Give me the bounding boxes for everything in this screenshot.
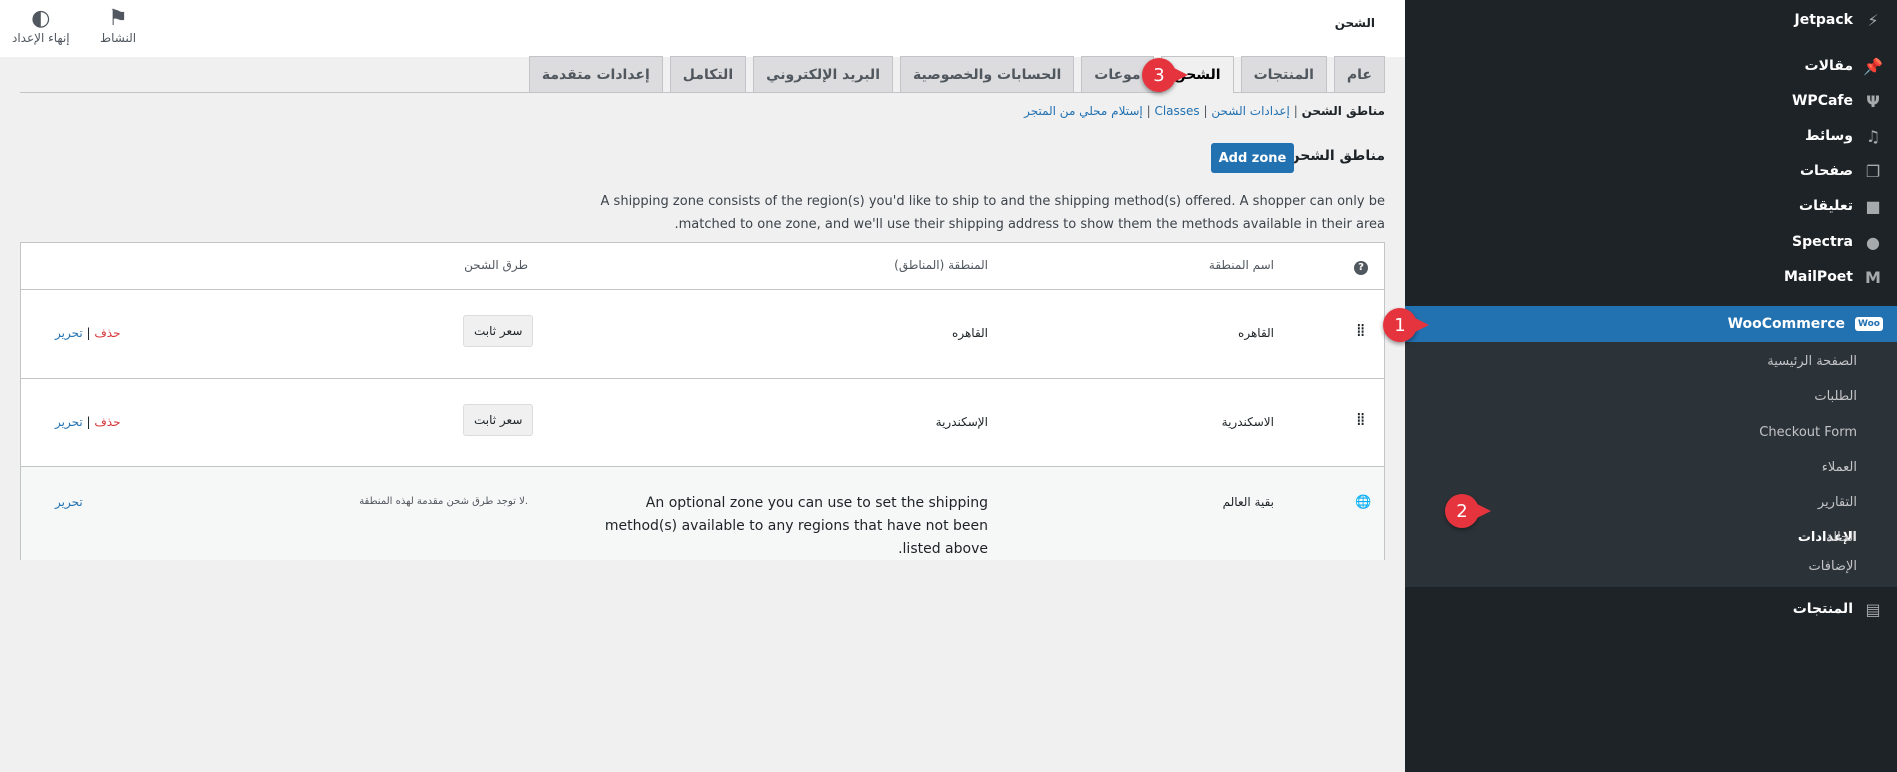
tab-integration[interactable]: التكامل [669, 56, 747, 92]
spectra-icon: ● [1866, 232, 1880, 252]
edit-link[interactable]: تحرير [55, 495, 83, 509]
shipping-zones-table: ? اسم المنطقة المنطقة (المناطق) طرق الشح… [20, 242, 1385, 560]
admin-sidebar: Jetpack ⚡ مقالات 📌 WPCafe Ψ وسائط ♫ صفحات ❐ ت… [1405, 0, 1897, 772]
separator: | [1203, 104, 1208, 118]
activity-label: النشاط [100, 31, 137, 45]
submenu-orders[interactable]: الطلبات [1814, 389, 1857, 404]
drag-handle-icon[interactable]: ⁞⁞ [1356, 409, 1366, 430]
header-methods: طرق الشحن [464, 258, 528, 272]
half-circle-icon: ◐ [31, 6, 51, 31]
sidebar-item-comments[interactable]: تعليقات ■ [1405, 188, 1897, 224]
mailpoet-icon: M [1865, 267, 1881, 287]
sidebar-item-pages[interactable]: صفحات ❐ [1405, 153, 1897, 189]
comments-icon: ■ [1865, 196, 1881, 216]
zone-region: الإسكندرية [935, 415, 988, 429]
tab-general[interactable]: عام [1333, 56, 1385, 92]
sidebar-item-label: وسائط [1805, 128, 1853, 144]
header-zone-name: اسم المنطقة [1208, 258, 1274, 272]
pin-icon: 📌 [1863, 56, 1883, 76]
sidebar-item-label: مقالات [1804, 58, 1854, 74]
sidebar-item-label: WPCafe [1791, 93, 1853, 109]
edit-link[interactable]: تحرير [55, 415, 83, 429]
subnav-current: مناطق الشحن [1301, 104, 1385, 118]
header-regions: المنطقة (المناطق) [894, 258, 988, 272]
section-title: مناطق الشحن [1287, 148, 1385, 164]
submenu-home[interactable]: الصفحة الرئيسية [1767, 354, 1857, 369]
top-bar: ◐ إنهاء الإعداد ⚑ النشاط الشحن [0, 0, 1405, 57]
cafe-icon: Ψ [1866, 91, 1880, 111]
table-row: ⁞⁞ القاهره القاهره سعر ثابت حذف | تحرير [21, 290, 1384, 379]
flag-icon: ⚑ [108, 6, 128, 31]
help-icon[interactable]: ? [1354, 261, 1368, 275]
submenu-extensions[interactable]: الإضافات [1809, 559, 1857, 574]
tab-email[interactable]: البريد الإلكتروني [753, 56, 893, 92]
table-row-rest-of-world: 🌐 بقية العالم An optional zone you can u… [21, 467, 1384, 560]
delete-link[interactable]: حذف [94, 415, 120, 429]
sidebar-item-label: المنتجات [1792, 601, 1853, 617]
sidebar-item-products[interactable]: المنتجات ▤ [1405, 591, 1897, 627]
shipping-subnav: مناطق الشحن | إعدادات الشحن | Classes | … [1024, 104, 1385, 118]
finish-setup-button[interactable]: ◐ إنهاء الإعداد [12, 6, 70, 45]
annotation-badge-1: 1 [1383, 308, 1429, 342]
sidebar-item-posts[interactable]: مقالات 📌 [1405, 48, 1897, 84]
jetpack-icon: ⚡ [1867, 10, 1879, 30]
subnav-classes[interactable]: Classes [1154, 104, 1199, 118]
row-actions: حذف | تحرير [55, 326, 121, 340]
sidebar-item-label: WooCommerce [1727, 316, 1846, 332]
no-methods-text: لا توجد طرق شحن مقدمة لهذه المنطقة. [359, 496, 528, 507]
zone-region: القاهره [952, 326, 988, 340]
zone-region: An optional zone you can use to set the … [604, 495, 988, 557]
delete-link[interactable]: حذف [94, 326, 120, 340]
submenu-checkout-form[interactable]: Checkout Form [1759, 425, 1857, 440]
finish-setup-label: إنهاء الإعداد [12, 31, 70, 45]
table-row: ⁞⁞ الاسكندرية الإسكندرية سعر ثابت حذف | … [21, 379, 1384, 467]
tab-accounts-privacy[interactable]: الحسابات والخصوصية [900, 56, 1075, 92]
separator: | [1293, 104, 1298, 118]
sidebar-item-label: MailPoet [1783, 269, 1853, 285]
subnav-shipping-settings[interactable]: إعدادات الشحن [1211, 104, 1290, 118]
sidebar-item-label: Spectra [1792, 234, 1853, 250]
pages-icon: ❐ [1865, 161, 1881, 181]
woocommerce-submenu: الصفحة الرئيسية الطلبات Checkout Form ال… [1405, 342, 1897, 587]
submenu-status[interactable]: الحالة [1826, 530, 1857, 545]
separator: | [1146, 104, 1151, 118]
sidebar-item-wpcafe[interactable]: WPCafe Ψ [1405, 83, 1897, 119]
annotation-badge-3: 3 [1142, 58, 1188, 92]
sidebar-item-label: صفحات [1799, 163, 1853, 179]
page-title: الشحن [1334, 16, 1375, 30]
annotation-badge-2: 2 [1445, 494, 1491, 528]
tab-advanced[interactable]: إعدادات متقدمة [528, 56, 663, 92]
subnav-local-pickup[interactable]: إستلام محلي من المتجر [1024, 104, 1143, 118]
woo-icon: Woo [1855, 317, 1883, 331]
shipping-method-badge[interactable]: سعر ثابت [463, 315, 534, 347]
globe-icon: 🌐 [1355, 495, 1372, 510]
media-icon: ♫ [1865, 126, 1881, 146]
sidebar-item-label: تعليقات [1799, 198, 1853, 214]
sidebar-item-mailpoet[interactable]: MailPoet M [1405, 259, 1897, 295]
products-icon: ▤ [1865, 599, 1881, 619]
table-header: ? اسم المنطقة المنطقة (المناطق) طرق الشح… [21, 243, 1384, 290]
zone-name: بقية العالم [1222, 495, 1274, 509]
sidebar-item-media[interactable]: وسائط ♫ [1405, 118, 1897, 154]
sidebar-item-woocommerce[interactable]: WooCommerce Woo [1405, 306, 1897, 342]
sidebar-item-label: Jetpack [1794, 12, 1853, 28]
zone-name: القاهره [1238, 326, 1274, 340]
submenu-customers[interactable]: العملاء [1822, 460, 1857, 475]
sidebar-item-jetpack[interactable]: Jetpack ⚡ [1405, 2, 1897, 38]
row-actions: حذف | تحرير [55, 415, 121, 429]
sidebar-item-spectra[interactable]: Spectra ● [1405, 224, 1897, 260]
section-description: A shipping zone consists of the region(s… [600, 194, 1385, 232]
edit-link[interactable]: تحرير [55, 326, 83, 340]
activity-button[interactable]: ⚑ النشاط [100, 6, 136, 45]
tab-products[interactable]: المنتجات [1240, 56, 1327, 92]
add-zone-button[interactable]: Add zone [1211, 143, 1294, 173]
zone-name: الاسكندرية [1221, 415, 1274, 429]
submenu-reports[interactable]: التقارير [1818, 495, 1857, 510]
drag-handle-icon[interactable]: ⁞⁞ [1356, 320, 1366, 341]
shipping-method-badge[interactable]: سعر ثابت [463, 404, 534, 436]
